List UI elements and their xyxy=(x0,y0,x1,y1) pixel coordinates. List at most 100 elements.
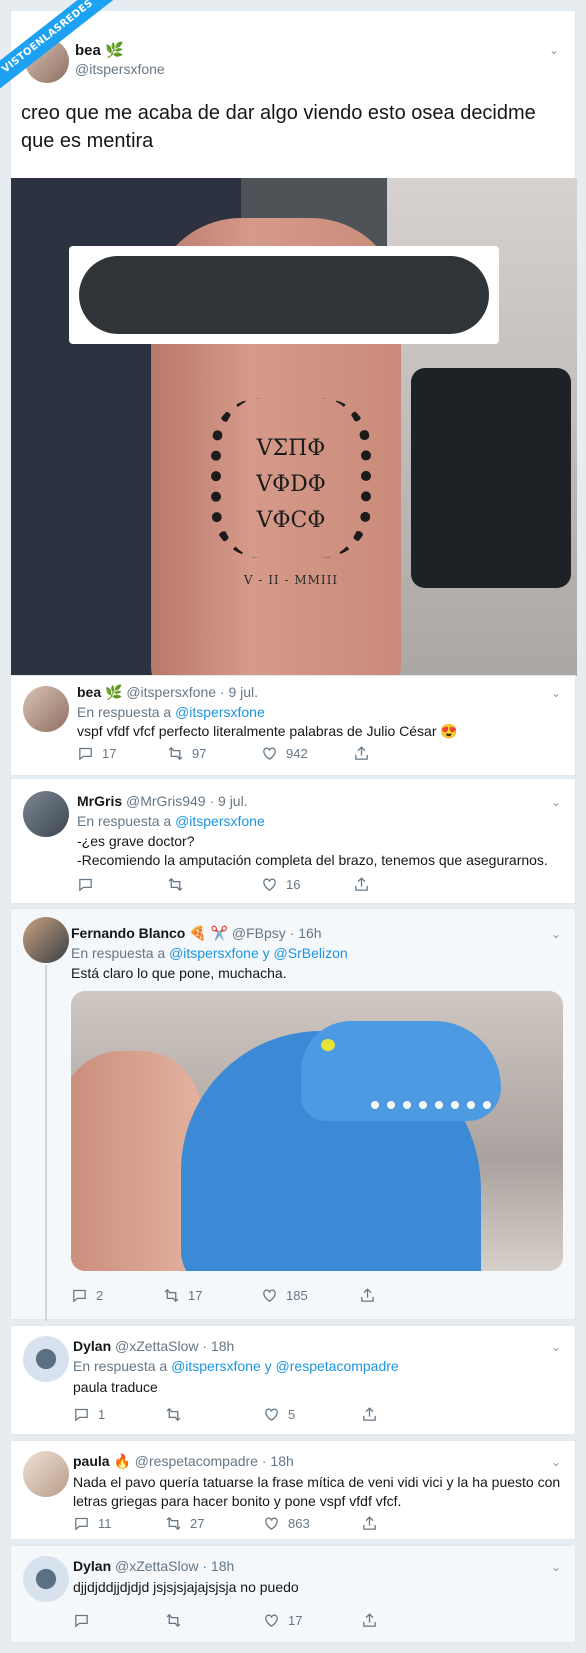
thread-line xyxy=(45,965,47,1321)
author-handle[interactable]: @MrGris949 xyxy=(126,793,206,809)
author-name[interactable]: Fernando Blanco xyxy=(71,925,185,941)
author-handle[interactable]: @respetacompadre xyxy=(135,1453,258,1469)
like-button[interactable]: 5 xyxy=(263,1406,295,1423)
reply-button[interactable] xyxy=(73,1612,90,1629)
reply-to-link[interactable]: @itspersxfone xyxy=(175,704,265,720)
author-name[interactable]: MrGris xyxy=(77,793,122,809)
reply-tweet[interactable]: paula 🔥 @respetacompadre · 18h ⌄ Nada el… xyxy=(10,1440,576,1540)
reply-header: bea 🌿 @itspersxfone · 9 jul. xyxy=(77,684,258,701)
timestamp[interactable]: · 9 jul. xyxy=(209,793,247,809)
reply-text: Nada el pavo quería tatuarse la frase mí… xyxy=(73,1474,561,1509)
comment-icon xyxy=(79,878,92,892)
share-button[interactable] xyxy=(359,1287,376,1304)
like-count: 942 xyxy=(286,746,308,761)
author-name[interactable]: Dylan xyxy=(73,1558,111,1574)
chevron-down-icon[interactable]: ⌄ xyxy=(551,795,561,809)
reply-button[interactable]: 11 xyxy=(73,1515,112,1532)
chevron-down-icon[interactable]: ⌄ xyxy=(551,1455,561,1469)
timestamp[interactable]: · 16h xyxy=(290,925,322,941)
reply-text: paula traduce xyxy=(73,1379,158,1395)
like-button[interactable]: 16 xyxy=(261,876,300,893)
avatar[interactable] xyxy=(23,917,69,963)
chevron-down-icon[interactable]: ⌄ xyxy=(551,686,561,700)
share-icon xyxy=(363,1407,376,1421)
reply-tweet[interactable]: bea 🌿 @itspersxfone · 9 jul. ⌄ En respue… xyxy=(10,675,576,776)
reply-button[interactable] xyxy=(77,876,94,893)
reply-to-link[interactable]: @itspersxfone y @SrBelizon xyxy=(169,945,348,961)
author-handle[interactable]: @itspersxfone xyxy=(126,684,216,700)
like-count: 185 xyxy=(286,1288,308,1303)
share-icon xyxy=(363,1613,376,1627)
timestamp[interactable]: · 18h xyxy=(202,1558,234,1574)
tweet-actions: 1 5 xyxy=(73,1406,376,1426)
like-button[interactable]: 863 xyxy=(263,1515,310,1532)
reply-header: Dylan @xZettaSlow · 18h xyxy=(73,1338,234,1354)
chevron-down-icon[interactable]: ⌄ xyxy=(551,1560,561,1574)
name-emoji: 🍕 ✂️ xyxy=(189,925,229,941)
reply-tweet[interactable]: Fernando Blanco 🍕 ✂️ @FBpsy · 16h ⌄ En r… xyxy=(10,908,576,1321)
main-tweet: bea 🌿 @itspersxfone ⌄ creo que me acaba … xyxy=(10,10,577,676)
author-handle[interactable]: @xZettaSlow xyxy=(115,1558,198,1574)
retweet-icon xyxy=(168,877,183,892)
reply-tweet[interactable]: MrGris @MrGris949 · 9 jul. ⌄ En respuest… xyxy=(10,778,576,904)
watermark-badge: VISTOENLASREDES .com xyxy=(0,0,130,100)
censor-bar xyxy=(79,256,489,334)
timestamp[interactable]: · 9 jul. xyxy=(220,684,258,700)
chevron-down-icon[interactable]: ⌄ xyxy=(549,43,559,57)
like-button[interactable]: 942 xyxy=(261,745,308,762)
reply-to-link[interactable]: @itspersxfone y @respetacompadre xyxy=(171,1358,399,1374)
retweet-icon xyxy=(168,746,183,761)
share-button[interactable] xyxy=(353,876,370,893)
comment-icon xyxy=(75,1614,88,1628)
tattoo: VΣΠΦ VΦDΦ VΦCΦ V - II - MMIII xyxy=(211,398,371,608)
author-name[interactable]: bea xyxy=(77,684,101,700)
author-handle[interactable]: @xZettaSlow xyxy=(115,1338,198,1354)
like-count: 17 xyxy=(288,1613,303,1628)
like-button[interactable]: 17 xyxy=(263,1612,302,1629)
tweet-actions: 11 27 863 xyxy=(73,1515,376,1535)
timestamp[interactable]: · 18h xyxy=(202,1338,234,1354)
avatar[interactable] xyxy=(23,1451,69,1497)
reply-count: 1 xyxy=(98,1407,106,1422)
reply-text: -¿es grave doctor? -Recomiendo la amputa… xyxy=(77,833,548,868)
chevron-down-icon[interactable]: ⌄ xyxy=(551,1340,561,1354)
reply-header: Fernando Blanco 🍕 ✂️ @FBpsy · 16h xyxy=(71,925,322,942)
reply-count: 17 xyxy=(102,746,117,761)
retweet-icon xyxy=(166,1516,181,1531)
retweet-button[interactable]: 27 xyxy=(165,1515,204,1532)
share-button[interactable] xyxy=(353,745,370,762)
author-name[interactable]: Dylan xyxy=(73,1338,111,1354)
reply-tweet[interactable]: Dylan @xZettaSlow · 18h ⌄ En respuesta a… xyxy=(10,1325,576,1435)
chevron-down-icon[interactable]: ⌄ xyxy=(551,927,561,941)
reply-button[interactable]: 2 xyxy=(71,1287,103,1304)
share-button[interactable] xyxy=(361,1406,378,1423)
author-handle[interactable]: @FBpsy xyxy=(232,925,286,941)
reply-button[interactable]: 17 xyxy=(77,745,116,762)
retweet-button[interactable] xyxy=(165,1612,182,1629)
timestamp[interactable]: · 18h xyxy=(262,1453,294,1469)
retweet-button[interactable]: 17 xyxy=(163,1287,202,1304)
avatar[interactable] xyxy=(23,1556,69,1602)
like-button[interactable]: 185 xyxy=(261,1287,308,1304)
retweet-button[interactable] xyxy=(167,876,184,893)
reply-to-link[interactable]: @itspersxfone xyxy=(175,813,265,829)
reply-tweet[interactable]: Dylan @xZettaSlow · 18h ⌄ djjdjddjjdjdjd… xyxy=(10,1545,576,1643)
tattoo-date: V - II - MMIII xyxy=(243,573,339,587)
share-button[interactable] xyxy=(361,1612,378,1629)
share-button[interactable] xyxy=(361,1515,378,1532)
retweet-count: 27 xyxy=(190,1516,205,1531)
tweet-actions: 17 97 942 xyxy=(77,745,377,765)
heart-icon xyxy=(263,878,276,891)
reply-image[interactable] xyxy=(71,991,563,1271)
avatar[interactable] xyxy=(23,686,69,732)
avatar[interactable] xyxy=(23,1336,69,1382)
retweet-button[interactable] xyxy=(165,1406,182,1423)
name-emoji: 🔥 xyxy=(113,1453,131,1469)
reply-button[interactable]: 1 xyxy=(73,1406,105,1423)
tweet-photo[interactable]: VΣΠΦ VΦDΦ VΦCΦ V - II - MMIII xyxy=(11,178,577,676)
reply-context: En respuesta a @itspersxfone xyxy=(77,704,265,720)
retweet-button[interactable]: 97 xyxy=(167,745,206,762)
author-name[interactable]: paula xyxy=(73,1453,110,1469)
heart-icon xyxy=(265,1614,278,1627)
avatar[interactable] xyxy=(23,791,69,837)
